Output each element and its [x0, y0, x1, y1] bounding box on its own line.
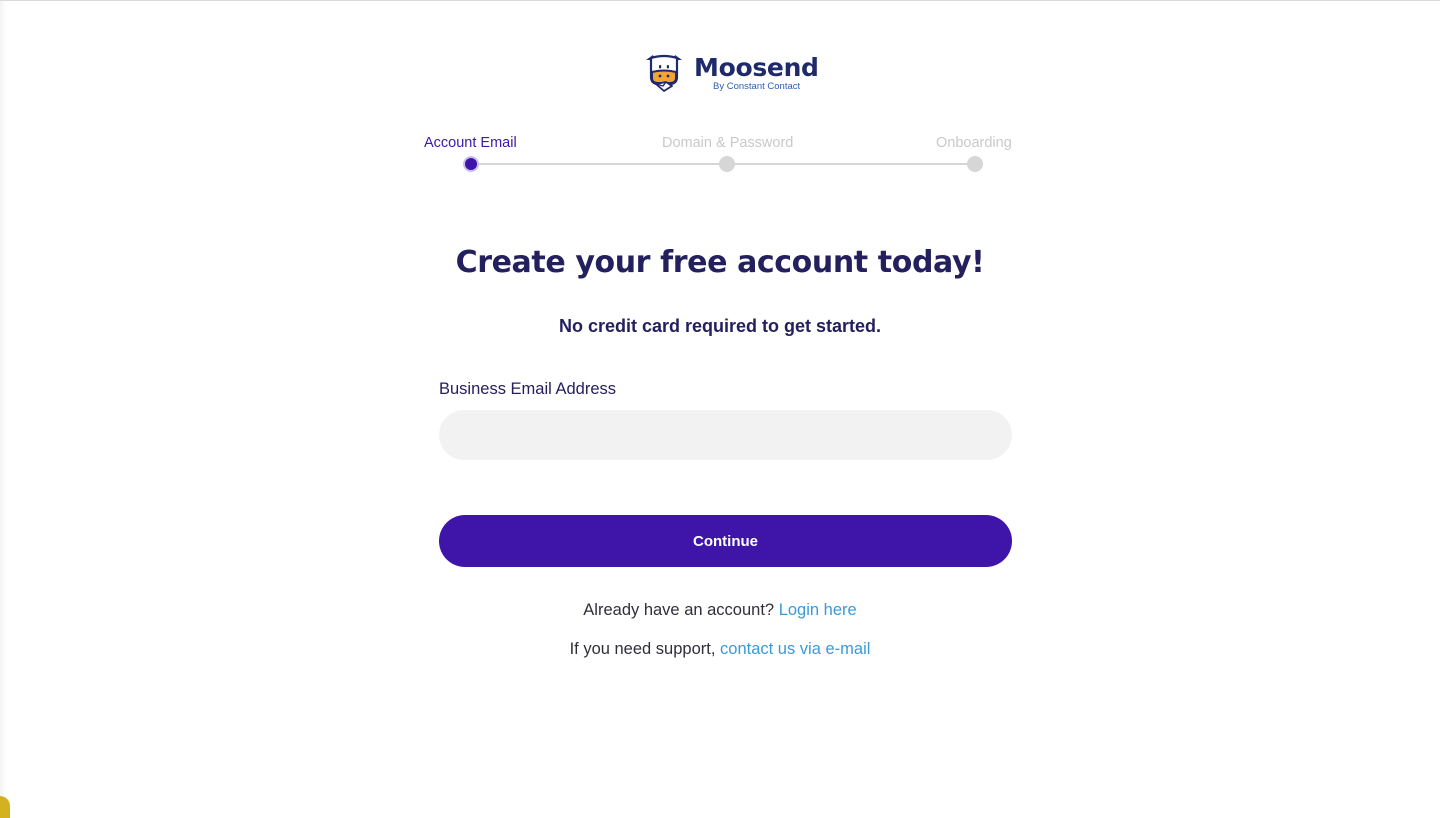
continue-button[interactable]: Continue [439, 515, 1012, 567]
login-prompt-line: Already have an account? Login here [0, 601, 1440, 620]
page-title: Create your free account today! [455, 245, 985, 280]
step-dot-account-email [463, 156, 479, 172]
email-field-label: Business Email Address [439, 380, 616, 398]
login-link[interactable]: Login here [779, 601, 857, 619]
support-prompt-line: If you need support, contact us via e-ma… [0, 640, 1440, 659]
login-prompt-text: Already have an account? [583, 601, 775, 619]
support-prompt-text: If you need support, [569, 640, 716, 658]
email-field[interactable] [439, 410, 1012, 460]
logo-wordmark: Moosend By Constant Contact [694, 51, 819, 92]
brand-name: Moosend [694, 53, 819, 82]
moosend-logo[interactable]: Moosend By Constant Contact [642, 51, 819, 95]
cow-mascot-icon [646, 54, 682, 92]
signup-progress-stepper: Account Email Domain & Password Onboardi… [424, 133, 1016, 175]
step-label-account-email: Account Email [424, 135, 517, 151]
step-dot-onboarding [967, 156, 983, 172]
support-email-link[interactable]: contact us via e-mail [720, 640, 870, 658]
brand-tagline: By Constant Contact [713, 81, 801, 92]
signup-page: Moosend By Constant Contact Account Emai… [0, 0, 1440, 818]
step-label-domain-password: Domain & Password [662, 135, 794, 151]
corner-accent [0, 796, 10, 818]
step-label-onboarding: Onboarding [936, 135, 1012, 151]
step-dot-domain-password [719, 156, 735, 172]
page-subtitle: No credit card required to get started. [558, 316, 882, 336]
left-edge-shadow [0, 1, 6, 818]
